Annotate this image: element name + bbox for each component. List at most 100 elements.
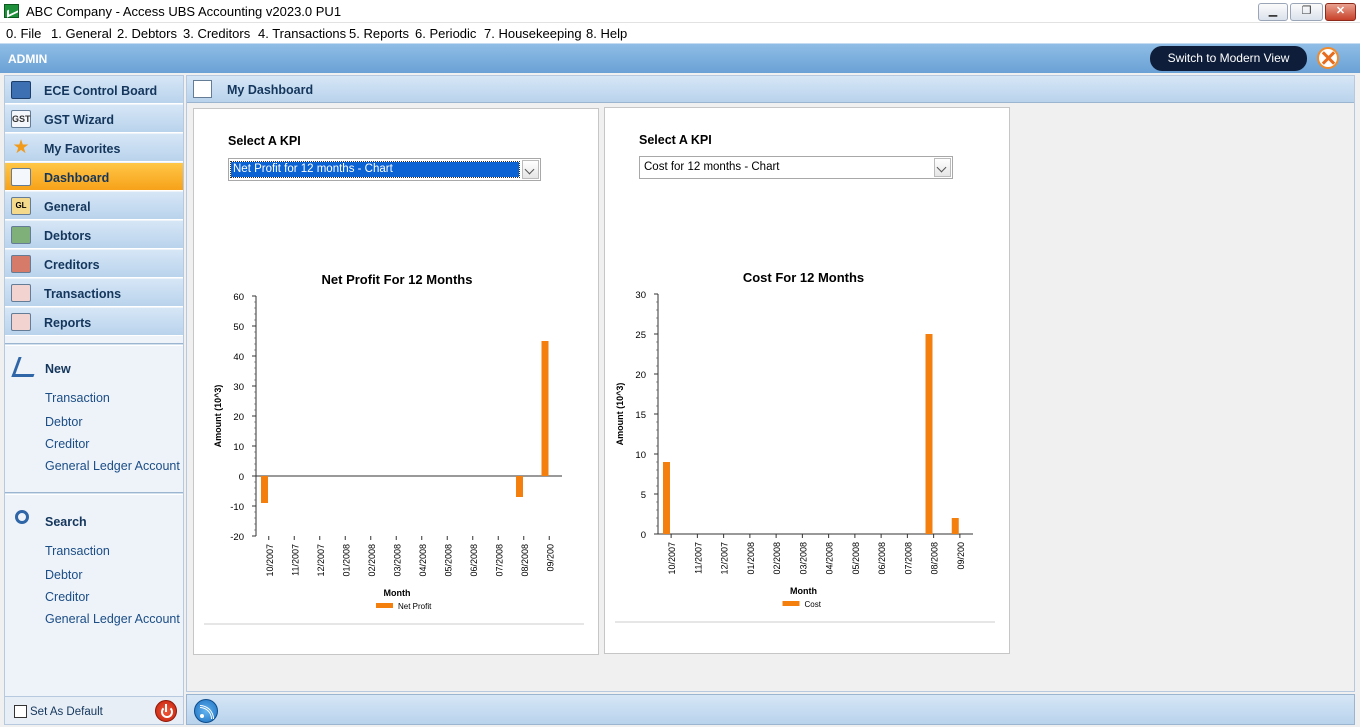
sidebar-divider: [5, 343, 183, 346]
menu-creditors[interactable]: 3. Creditors: [183, 26, 250, 41]
bar: [516, 476, 523, 497]
x-axis-label: Month: [790, 586, 817, 596]
legend-swatch: [376, 603, 393, 608]
x-tick-label: 11/2007: [290, 544, 300, 576]
x-tick-label: 04/2008: [825, 542, 835, 575]
y-tick-label: 0: [641, 530, 646, 541]
y-tick-label: 20: [635, 370, 646, 381]
sidebar-item-debtors[interactable]: Debtors: [5, 221, 183, 249]
close-button[interactable]: ✕: [1325, 3, 1356, 21]
sidebar: ECE Control Board GST GST Wizard ★ My Fa…: [4, 75, 184, 725]
restore-button[interactable]: ❐: [1290, 3, 1323, 21]
sidebar-item-label: Debtors: [44, 229, 92, 243]
y-tick-label: 30: [635, 290, 646, 301]
search-debtor-link[interactable]: Debtor: [45, 568, 83, 582]
debtors-icon: [11, 226, 31, 244]
search-transaction-link[interactable]: Transaction: [45, 544, 110, 558]
search-gl-account-link[interactable]: General Ledger Account: [45, 612, 180, 626]
kpi-panel-1: Select A KPI Net Profit for 12 months - …: [193, 108, 599, 655]
sidebar-item-dashboard[interactable]: Dashboard: [5, 163, 183, 191]
y-axis-label: Amount (10^3): [615, 383, 625, 446]
menu-debtors[interactable]: 2. Debtors: [117, 26, 177, 41]
bar: [541, 341, 549, 476]
y-tick-label: 40: [233, 352, 244, 363]
menu-reports[interactable]: 5. Reports: [349, 26, 409, 41]
legend-label: Net Profit: [398, 602, 432, 611]
title-bar: ABC Company - Access UBS Accounting v202…: [0, 0, 1360, 23]
status-bar: [186, 694, 1355, 725]
menu-periodic[interactable]: 6. Periodic: [415, 26, 476, 41]
sidebar-item-label: ECE Control Board: [44, 84, 158, 98]
y-tick-label: 10: [233, 442, 244, 453]
sidebar-item-general[interactable]: GL General: [5, 192, 183, 220]
chart-title: Cost For 12 Months: [743, 270, 864, 285]
x-tick-label: 01/2008: [746, 542, 756, 575]
chart-icon: [193, 80, 212, 98]
y-axis-label: Amount (10^3): [213, 385, 223, 448]
dashboard-area: My Dashboard Select A KPI Net Profit for…: [186, 75, 1355, 692]
set-default-checkbox[interactable]: [14, 705, 27, 718]
sidebar-divider: [5, 492, 183, 495]
x-tick-label: 06/2008: [469, 544, 479, 577]
x-tick-label: 07/2008: [494, 544, 504, 577]
x-tick-label: 05/2008: [443, 544, 453, 577]
menu-housekeeping[interactable]: 7. Housekeeping: [484, 26, 582, 41]
sidebar-item-label: GST Wizard: [44, 113, 115, 127]
x-tick-label: 08/2008: [930, 542, 940, 575]
sidebar-footer: Set As Default: [5, 696, 183, 724]
y-tick-label: 30: [233, 382, 244, 393]
y-tick-label: 20: [233, 412, 244, 423]
x-tick-label: 03/2008: [798, 542, 808, 575]
x-tick-label: 09/200: [545, 544, 555, 572]
y-tick-label: 5: [641, 490, 646, 501]
x-tick-label: 02/2008: [772, 542, 782, 575]
user-name: ADMIN: [8, 52, 48, 66]
new-group-title: New: [45, 362, 71, 376]
switch-modern-view-button[interactable]: Switch to Modern View: [1150, 46, 1307, 71]
new-creditor-link[interactable]: Creditor: [45, 437, 89, 451]
sidebar-item-ece-control-board[interactable]: ECE Control Board: [5, 76, 183, 104]
menu-help[interactable]: 8. Help: [586, 26, 627, 41]
bar: [261, 476, 268, 503]
kpi-panel-2: Select A KPI Cost for 12 months - Chart …: [604, 107, 1010, 654]
window-title: ABC Company - Access UBS Accounting v202…: [26, 4, 342, 19]
x-tick-label: 01/2008: [341, 544, 351, 577]
cost-chart: Cost For 12 Months 30 25 20 15 10 5 0 Amount (10…: [615, 270, 995, 623]
y-tick-label: 10: [635, 450, 646, 461]
sidebar-item-transactions[interactable]: Transactions: [5, 279, 183, 307]
star-icon: ★: [12, 137, 30, 158]
menu-general[interactable]: 1. General: [51, 26, 112, 41]
sidebar-item-creditors[interactable]: Creditors: [5, 250, 183, 278]
legend-swatch: [782, 601, 800, 606]
sidebar-item-label: General: [44, 200, 91, 214]
menu-transactions[interactable]: 4. Transactions: [258, 26, 346, 41]
search-creditor-link[interactable]: Creditor: [45, 590, 89, 604]
page-title: My Dashboard: [227, 83, 314, 97]
chart-title: Net Profit For 12 Months: [322, 272, 473, 287]
x-tick-label: 05/2008: [851, 542, 861, 575]
minimize-button[interactable]: ▁: [1258, 3, 1288, 21]
menu-file[interactable]: 0. File: [6, 26, 41, 41]
power-icon[interactable]: [155, 700, 177, 722]
sidebar-item-reports[interactable]: Reports: [5, 308, 183, 336]
sidebar-item-gst-wizard[interactable]: GST GST Wizard: [5, 105, 183, 133]
y-tick-label: -10: [230, 502, 244, 513]
x-axis-label: Month: [384, 588, 411, 598]
tools-icon[interactable]: [1317, 47, 1339, 69]
new-debtor-link[interactable]: Debtor: [45, 415, 83, 429]
app-icon: [4, 4, 19, 18]
new-gl-account-link[interactable]: General Ledger Account: [45, 459, 180, 473]
x-tick-label: 10/2007: [667, 542, 677, 575]
y-tick-label: 50: [233, 322, 244, 333]
gl-icon: GL: [11, 197, 31, 215]
x-tick-label: 12/2007: [720, 542, 730, 575]
sidebar-item-my-favorites[interactable]: ★ My Favorites: [5, 134, 183, 162]
sidebar-item-label: My Favorites: [44, 142, 121, 156]
new-transaction-link[interactable]: Transaction: [45, 391, 110, 405]
x-tick-label: 08/2008: [520, 544, 530, 577]
x-tick-label: 04/2008: [418, 544, 428, 577]
bar: [951, 518, 959, 534]
bar: [663, 462, 670, 534]
x-tick-label: 07/2008: [903, 542, 913, 575]
rss-icon[interactable]: [194, 699, 218, 723]
